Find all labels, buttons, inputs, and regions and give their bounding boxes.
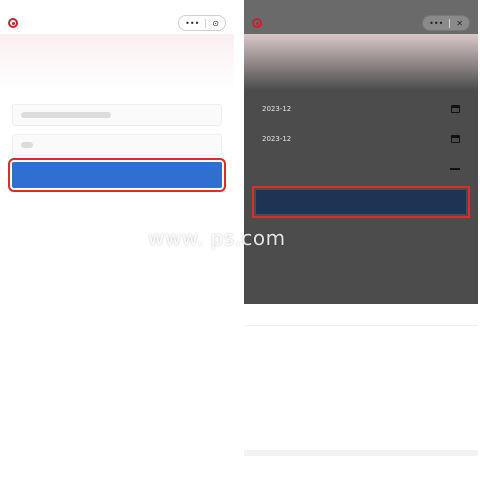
capsule-divider [205, 18, 207, 28]
phone-left: ••• ⊙ [0, 0, 234, 480]
logo-icon [8, 18, 18, 28]
start-date-picker[interactable]: 2023-12 [256, 98, 466, 120]
miniprogram-capsule: ••• ⊙ [178, 15, 226, 31]
screenshot-stage: ••• ⊙ ••• ✕ 2023-12 2023-12 www. ps.com [0, 0, 480, 480]
query-form [0, 90, 234, 204]
cancel-button[interactable] [244, 450, 478, 480]
logo-icon [252, 18, 262, 28]
dimmed-overlay[interactable]: 2023-12 2023-12 [244, 34, 478, 304]
start-date-value: 2023-12 [262, 105, 292, 113]
brand [252, 18, 265, 28]
end-date-picker[interactable]: 2023-12 [256, 128, 466, 150]
phone-right: ••• ✕ 2023-12 2023-12 [244, 0, 478, 480]
capsule-divider [449, 18, 451, 28]
calendar-icon [451, 105, 460, 113]
action-sheet-option[interactable] [244, 404, 478, 430]
page-subtitle [256, 54, 466, 62]
type-select[interactable] [256, 158, 466, 180]
miniprogram-capsule: ••• ✕ [422, 15, 470, 31]
id-number-value [21, 112, 111, 118]
more-icon[interactable]: ••• [185, 19, 199, 28]
status-bar [0, 0, 234, 12]
close-icon[interactable]: ⊙ [212, 19, 219, 28]
end-date-value: 2023-12 [262, 135, 292, 143]
page-subtitle [12, 54, 222, 62]
action-sheet-option[interactable] [244, 378, 478, 404]
calendar-icon [451, 135, 460, 143]
page-header [0, 34, 234, 90]
action-sheet-title [244, 304, 478, 326]
name-value [21, 142, 33, 148]
status-bar [244, 0, 478, 12]
brand [8, 18, 21, 28]
more-icon[interactable]: ••• [429, 19, 443, 28]
query-button[interactable] [8, 158, 226, 192]
page-header [244, 34, 478, 90]
query-button[interactable] [252, 186, 470, 218]
name-input[interactable] [12, 134, 222, 156]
query-form: 2023-12 2023-12 [244, 98, 478, 218]
close-icon[interactable]: ✕ [456, 19, 463, 28]
action-sheet [244, 304, 478, 480]
action-sheet-option[interactable] [244, 326, 478, 352]
title-bar: ••• ⊙ [0, 12, 234, 34]
dropdown-icon [450, 168, 460, 170]
action-sheet-option[interactable] [244, 352, 478, 378]
title-bar: ••• ✕ [244, 12, 478, 34]
id-number-input[interactable] [12, 104, 222, 126]
